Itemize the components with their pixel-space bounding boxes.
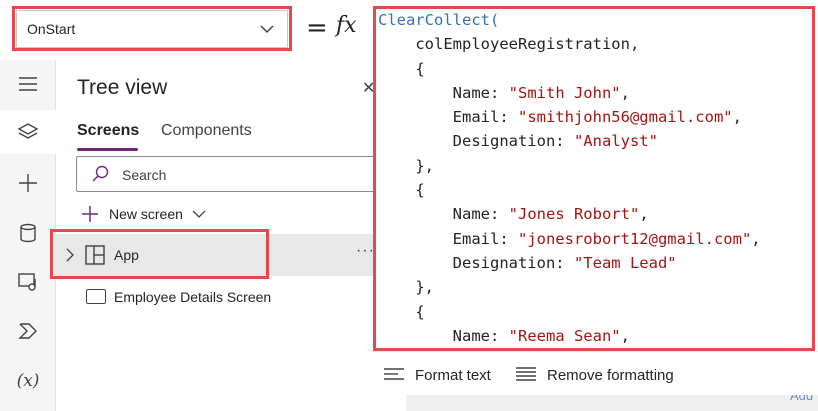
chevron-down-icon — [192, 210, 206, 218]
search-input[interactable]: Search — [76, 156, 376, 192]
code-token: { — [378, 302, 425, 321]
new-screen-label: New screen — [109, 206, 183, 222]
code-token: Name: — [378, 205, 509, 224]
fx-icon[interactable]: fx — [336, 13, 357, 38]
code-line: { — [378, 178, 761, 202]
power-automate-icon — [18, 323, 37, 339]
code-token: , — [751, 229, 761, 248]
code-token: Email: — [378, 108, 518, 127]
bottom-strip — [406, 395, 818, 411]
tree-item-employee-details-screen[interactable]: Employee Details Screen — [56, 282, 406, 312]
code-string: "Jones Robort" — [508, 205, 640, 224]
app-item-highlight — [50, 229, 269, 279]
plus-icon — [82, 206, 98, 222]
code-token: , — [620, 83, 630, 102]
code-token: , — [639, 205, 649, 224]
code-token: }, — [378, 278, 434, 297]
code-token: { — [378, 59, 425, 78]
tree-item-label: Employee Details Screen — [114, 289, 272, 305]
tree-view-button[interactable] — [0, 110, 56, 154]
format-toolbar: Format text Remove formatting — [373, 351, 818, 395]
new-screen-button[interactable]: New screen — [81, 203, 206, 225]
active-tab-indicator — [77, 148, 138, 151]
search-icon — [92, 165, 109, 182]
data-button[interactable] — [0, 211, 56, 255]
code-token: Designation: — [378, 253, 574, 272]
media-icon — [18, 273, 36, 291]
code-string: "smithjohn56@gmail.com" — [517, 108, 733, 127]
code-line: Email: "smithjohn56@gmail.com", — [378, 105, 761, 129]
code-line: Name: "Reema Sean", — [378, 324, 761, 348]
data-cylinder-icon — [20, 223, 36, 243]
code-line: }, — [378, 275, 761, 299]
code-token: Designation: — [378, 132, 574, 151]
search-placeholder: Search — [122, 167, 167, 183]
variables-button[interactable]: (x) — [0, 359, 56, 403]
code-string: "Team Lead" — [573, 253, 677, 272]
code-line: Name: "Jones Robort", — [378, 202, 761, 226]
menu-button[interactable] — [0, 62, 56, 106]
tab-screens[interactable]: Screens — [77, 122, 139, 140]
code-token: colEmployeeRegistration, — [378, 35, 640, 54]
code-string: "Smith John" — [508, 83, 621, 102]
remove-formatting-button[interactable]: Remove formatting — [515, 364, 674, 386]
remove-formatting-icon — [516, 367, 536, 381]
code-line: Name: "Smith John", — [378, 81, 761, 105]
power-automate-button[interactable] — [0, 309, 56, 353]
code-token: Name: — [378, 83, 509, 102]
code-line: }, — [378, 154, 761, 178]
layers-tree-view-icon — [17, 123, 39, 139]
code-string: "Reema Sean" — [508, 326, 621, 345]
code-line: Designation: "Analyst" — [378, 129, 761, 153]
left-icon-rail: (x) — [0, 60, 56, 411]
formula-editor[interactable]: ClearCollect( colEmployeeRegistration, {… — [373, 6, 815, 351]
code-line: Designation: "Team Lead" — [378, 251, 761, 275]
code-token: Email: — [378, 229, 518, 248]
code-token: , — [732, 108, 742, 127]
code-token: }, — [378, 156, 434, 175]
insert-button[interactable] — [0, 161, 56, 205]
formula-code: ClearCollect( colEmployeeRegistration, {… — [378, 8, 761, 351]
code-line: { — [378, 57, 761, 81]
insert-plus-icon — [19, 174, 37, 192]
code-line: Email: "jonesrobort12@gmail.com", — [378, 227, 761, 251]
code-token: { — [378, 181, 425, 200]
code-function: ClearCollect( — [378, 11, 500, 29]
format-text-label: Format text — [415, 366, 491, 384]
property-dropdown-highlight — [12, 6, 292, 51]
variables-icon: (x) — [16, 371, 40, 391]
panel-title: Tree view — [77, 76, 168, 99]
code-string: "jonesrobort12@gmail.com" — [517, 229, 752, 248]
remove-formatting-label: Remove formatting — [547, 366, 674, 384]
hamburger-menu-icon — [19, 77, 37, 91]
screen-icon — [86, 289, 106, 304]
equals-sign: = — [306, 13, 328, 43]
code-line: { — [378, 300, 761, 324]
tab-components[interactable]: Components — [161, 122, 252, 140]
code-string: "Analyst" — [573, 132, 658, 151]
code-line: colEmployeeRegistration, — [378, 32, 761, 56]
media-button[interactable] — [0, 260, 56, 304]
format-text-icon — [384, 368, 404, 380]
code-token: , — [620, 326, 630, 345]
format-text-button[interactable]: Format text — [383, 364, 491, 386]
code-line: ClearCollect( — [378, 8, 761, 32]
code-token: Name: — [378, 326, 509, 345]
